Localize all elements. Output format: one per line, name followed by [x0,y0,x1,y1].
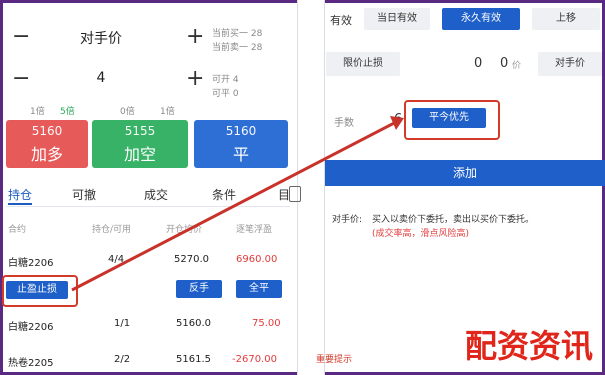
arrow-line [71,118,401,292]
watermark-text: 配资资讯 [460,321,597,367]
annotation-arrow [71,116,404,292]
